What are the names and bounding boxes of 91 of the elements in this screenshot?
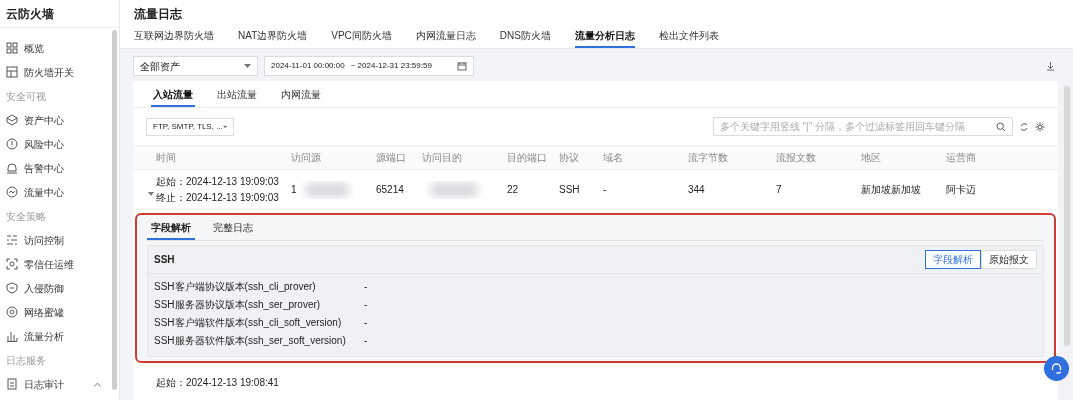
caret-icon — [222, 124, 227, 129]
expanded-caret-icon[interactable] — [148, 190, 154, 197]
table-cell-text: SSH — [559, 183, 581, 197]
tab[interactable]: 检出文件列表 — [658, 28, 719, 48]
tab[interactable]: 出站流量 — [215, 87, 259, 107]
sidebar-item[interactable]: 防火墙开关 — [0, 60, 119, 84]
field-value: - — [364, 298, 368, 312]
column-header: 访问目的 — [422, 151, 463, 165]
section-heading: 日志服务 — [5, 353, 47, 368]
column-header: 地区 — [861, 151, 882, 165]
date-range-field[interactable]: 2024-11-01 00:00:00 ~ 2024-12-31 23:59:59 — [264, 56, 474, 76]
page-title: 流量日志 — [134, 6, 183, 23]
calendar-icon — [457, 61, 467, 71]
support-button[interactable] — [1044, 356, 1069, 381]
field-name: SSH客户端软件版本(ssh_cli_soft_version) — [154, 316, 343, 330]
search-field[interactable]: 多个关键字用竖线 “|” 分隔，多个过滤标签用回车键分隔 — [713, 117, 1013, 136]
tab[interactable]: 互联网边界防火墙 — [134, 28, 214, 48]
section-heading: 安全策略 — [5, 209, 47, 224]
tab[interactable]: 流量分析日志 — [574, 28, 635, 48]
sidebar-item[interactable]: 告警中心 — [0, 156, 119, 180]
column-header: 时间 — [156, 151, 177, 165]
refresh-icon[interactable] — [1019, 121, 1029, 132]
tab[interactable]: VPC间防火墙 — [331, 28, 392, 48]
table-cell-text: 65214 — [376, 183, 405, 197]
field-value: - — [364, 280, 368, 294]
alert-icon — [6, 138, 18, 150]
headset-icon — [1050, 362, 1063, 375]
table-cell-text: 22 — [507, 183, 520, 197]
scan-icon — [6, 258, 18, 270]
table-cell-text: 起始：2024-12-13 19:08:41 — [156, 376, 279, 390]
sidebar-item[interactable]: 网络蜜罐 — [0, 300, 119, 324]
download-icon[interactable] — [1046, 61, 1055, 71]
tab[interactable]: 内网流量日志 — [415, 28, 476, 48]
tab[interactable]: DNS防火墙 — [499, 28, 551, 48]
settings-icon[interactable] — [1035, 121, 1045, 132]
table-cell-text: 阿卡迈 — [946, 183, 977, 197]
table-cell-text: 终止：2024-12-13 19:09:03 — [156, 191, 280, 205]
grid-icon — [6, 42, 18, 54]
sidebar-item[interactable]: 入侵防御 — [0, 276, 119, 300]
protocol-heading: SSH — [154, 253, 175, 267]
column-header: 流报文数 — [776, 151, 817, 165]
scrollbar[interactable] — [1064, 86, 1070, 346]
document-icon — [6, 378, 18, 390]
sidebar-item[interactable]: 访问控制 — [0, 228, 119, 252]
column-header: 访问源 — [291, 151, 322, 165]
table-cell-text: 起始：2024-12-13 19:09:03 — [156, 175, 280, 189]
tab[interactable]: 字段解析 — [147, 220, 195, 240]
caret-icon — [244, 64, 251, 68]
cube-icon — [6, 114, 18, 126]
sidebar-item[interactable]: 日志审计 — [0, 372, 119, 396]
field-value: - — [364, 316, 368, 330]
field-value: - — [364, 334, 368, 348]
scrollbar[interactable] — [112, 30, 117, 390]
panel-icon — [6, 66, 18, 78]
tab[interactable]: NAT边界防火墙 — [238, 28, 308, 48]
sidebar-item[interactable]: 流量分析 — [0, 324, 119, 348]
table-cell-text: 344 — [688, 183, 706, 197]
tab[interactable]: 入站流量 — [151, 87, 195, 107]
section-heading: 安全可视 — [5, 89, 47, 104]
sidebar-item[interactable]: 风险中心 — [0, 132, 119, 156]
table-cell-text: 1 — [291, 183, 297, 197]
table-cell-text: 7 — [776, 183, 783, 197]
bar-chart-icon — [6, 330, 18, 342]
tab[interactable]: 内网流量 — [279, 87, 323, 107]
protocol-select[interactable]: FTP, SMTP, TLS, ... — [146, 117, 234, 136]
asset-select[interactable]: 全部资产 — [133, 56, 258, 76]
column-header: 域名 — [603, 151, 624, 165]
field-name: SSH客户端协议版本(ssh_cli_prover) — [154, 280, 317, 294]
field-name: SSH服务器协议版本(ssh_ser_prover) — [154, 298, 322, 312]
sidebar-item[interactable]: 流量中心 — [0, 180, 119, 204]
sliders-icon — [6, 234, 18, 246]
search-icon[interactable] — [996, 121, 1006, 132]
wave-icon — [6, 186, 18, 198]
view-toggle-button[interactable]: 原始报文 — [981, 250, 1037, 269]
view-toggle-button[interactable]: 字段解析 — [925, 250, 981, 269]
sidebar-item[interactable]: 概览 — [0, 36, 119, 60]
target-icon — [6, 306, 18, 318]
bell-icon — [6, 162, 18, 174]
tab[interactable]: 完整日志 — [209, 220, 257, 240]
column-header: 协议 — [559, 151, 580, 165]
column-header: 源端口 — [376, 151, 407, 165]
table-cell-text: - — [603, 183, 608, 197]
column-header: 流字节数 — [688, 151, 729, 165]
sidebar-item[interactable]: 资产中心 — [0, 108, 119, 132]
table-cell-text: 新加坡新加坡 — [861, 183, 922, 197]
column-header: 运营商 — [946, 151, 977, 165]
sidebar-item[interactable]: 零信任运维 — [0, 252, 119, 276]
column-header: 目的端口 — [507, 151, 548, 165]
shield-icon — [6, 282, 18, 294]
app-title: 云防火墙 — [0, 0, 119, 28]
field-name: SSH服务器软件版本(ssh_ser_soft_version) — [154, 334, 347, 348]
